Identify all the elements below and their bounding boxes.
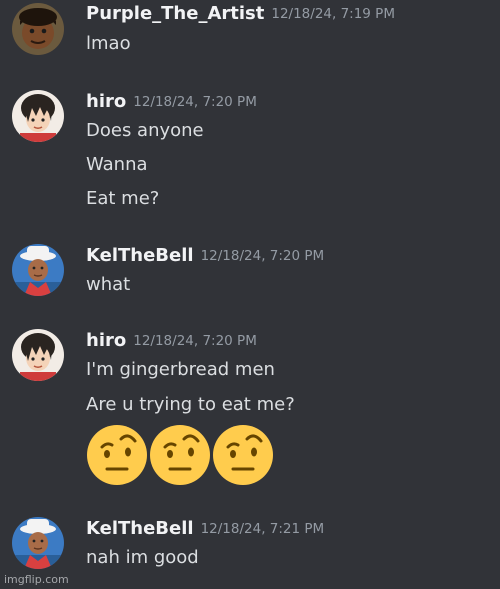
message-text: nah im good [86,547,199,568]
user-avatar[interactable] [12,517,64,569]
message-header: hiro 12/18/24, 7:20 PM [86,91,257,112]
message-text: Eat me? [86,188,160,209]
username[interactable]: Purple_The_Artist [86,3,264,24]
username[interactable]: hiro [86,330,126,351]
user-avatar[interactable] [12,3,64,55]
timestamp[interactable]: 12/18/24, 7:20 PM [133,94,257,110]
message-header: Purple_The_Artist 12/18/24, 7:19 PM [86,3,395,24]
watermark: imgflip.com [4,573,69,586]
timestamp[interactable]: 12/18/24, 7:21 PM [201,521,325,537]
timestamp[interactable]: 12/18/24, 7:19 PM [271,6,395,22]
username[interactable]: hiro [86,91,126,112]
user-avatar[interactable] [12,244,64,296]
username[interactable]: KelTheBell [86,518,194,539]
message-header: hiro 12/18/24, 7:20 PM [86,330,257,351]
message-text: Does anyone [86,120,204,141]
raised-eyebrow-emoji[interactable] [148,423,212,487]
message-text: Wanna [86,154,148,175]
user-avatar[interactable] [12,329,64,381]
raised-eyebrow-emoji[interactable] [85,423,149,487]
message-text: I'm gingerbread men [86,359,275,380]
message-header: KelTheBell 12/18/24, 7:20 PM [86,245,324,266]
user-avatar[interactable] [12,90,64,142]
message-text: Are u trying to eat me? [86,394,295,415]
timestamp[interactable]: 12/18/24, 7:20 PM [133,333,257,349]
message-text: lmao [86,33,131,54]
raised-eyebrow-emoji[interactable] [211,423,275,487]
message-text: what [86,274,131,295]
username[interactable]: KelTheBell [86,245,194,266]
message-header: KelTheBell 12/18/24, 7:21 PM [86,518,324,539]
timestamp[interactable]: 12/18/24, 7:20 PM [201,248,325,264]
